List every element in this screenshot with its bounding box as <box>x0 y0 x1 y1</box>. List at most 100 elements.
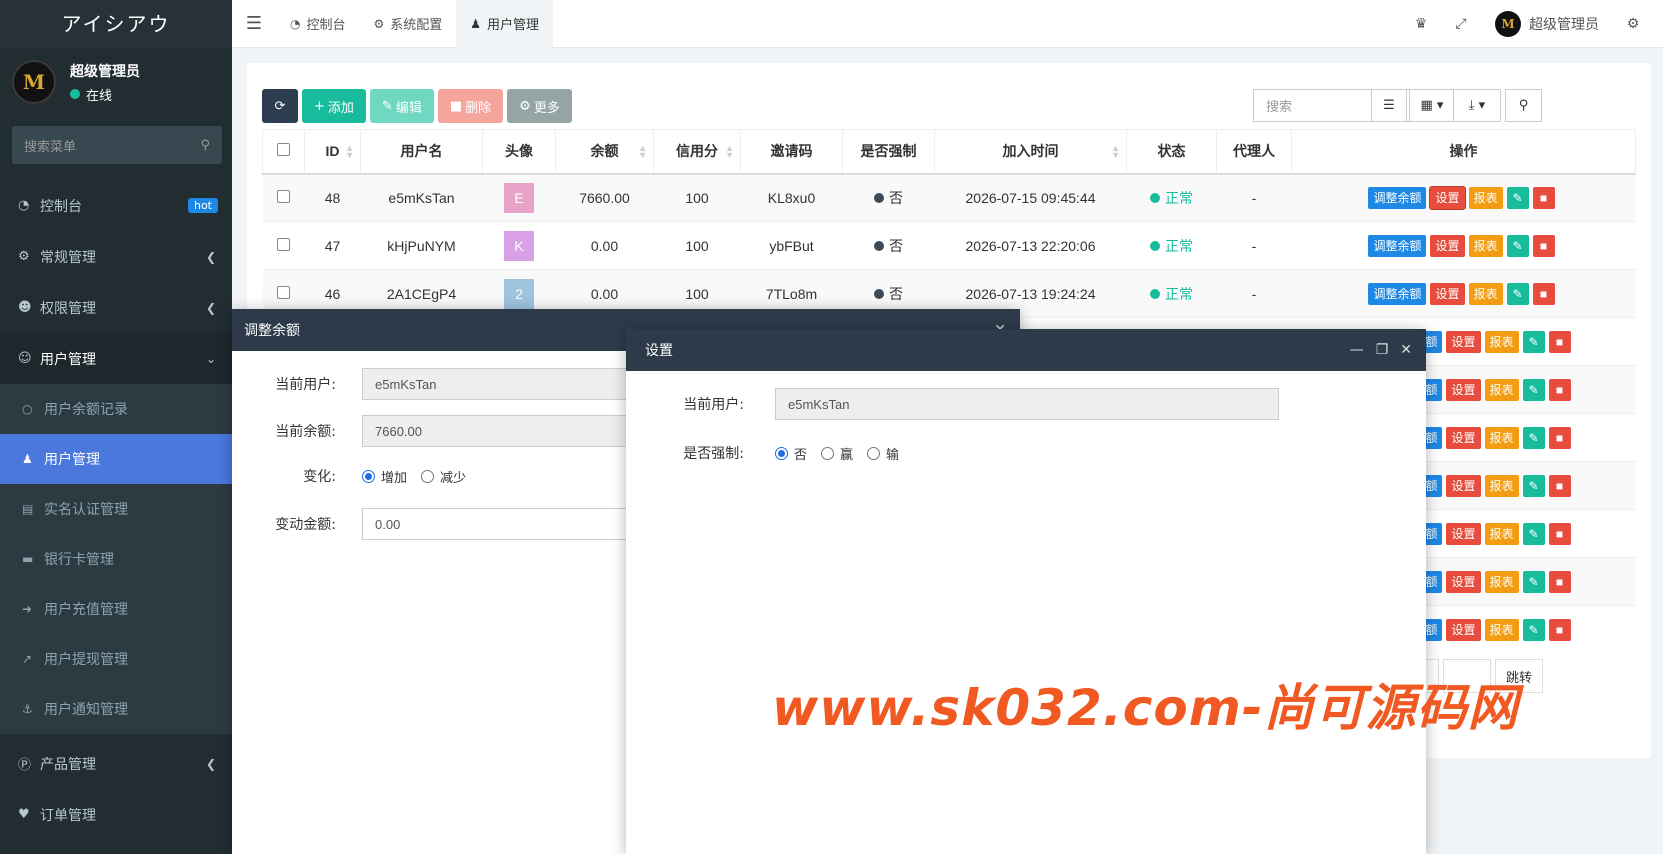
increase-radio[interactable]: 增加 <box>362 467 407 486</box>
delete-row-button[interactable]: ■ <box>1548 426 1571 449</box>
tab-system-config[interactable]: ⚙ 系统配置 <box>360 0 457 48</box>
force-dot-icon <box>874 288 884 299</box>
export-button[interactable]: ⤓ ▾ <box>1453 89 1501 122</box>
delete-row-button[interactable]: ■ <box>1548 570 1571 593</box>
settings-button[interactable]: 设置 <box>1446 426 1481 449</box>
col-credit[interactable]: 信用分 ▲ ▼ <box>653 129 741 175</box>
minimize-icon[interactable]: — <box>1350 342 1364 358</box>
settings-button[interactable]: 设置 <box>1446 570 1481 593</box>
edit-row-button[interactable]: ✎ <box>1522 570 1545 593</box>
sidebar-item-products[interactable]: Ⓟ 产品管理 ❮ <box>0 738 232 789</box>
decrease-radio[interactable]: 减少 <box>421 467 466 486</box>
delete-row-button[interactable]: ■ <box>1532 234 1555 257</box>
sidebar-item-label: 用户提现管理 <box>44 652 128 668</box>
force-no-radio[interactable]: 否 <box>775 444 807 463</box>
settings-button[interactable]: 设置 <box>1430 234 1465 257</box>
edit-row-button[interactable]: ✎ <box>1506 186 1529 209</box>
settings-button[interactable]: 设置 <box>1430 282 1465 305</box>
delete-row-button[interactable]: ■ <box>1548 522 1571 545</box>
edit-row-button[interactable]: ✎ <box>1522 378 1545 401</box>
report-button[interactable]: 报表 <box>1484 522 1519 545</box>
delete-row-button[interactable]: ■ <box>1548 378 1571 401</box>
cogs-icon[interactable]: ⚙ <box>1613 16 1653 32</box>
settings-button[interactable]: 设置 <box>1446 618 1481 641</box>
edit-row-button[interactable]: ✎ <box>1506 234 1529 257</box>
sidebar-item-balance-log[interactable]: ○ 用户余额记录 <box>0 384 232 434</box>
adjust-balance-button[interactable]: 调整余额 <box>1368 282 1427 305</box>
delete-row-button[interactable]: ■ <box>1548 474 1571 497</box>
delete-row-button[interactable]: ■ <box>1532 186 1555 209</box>
adjust-balance-button[interactable]: 调整余额 <box>1368 234 1427 257</box>
edit-row-button[interactable]: ✎ <box>1522 618 1545 641</box>
select-all-checkbox[interactable] <box>262 129 305 175</box>
report-button[interactable]: 报表 <box>1484 426 1519 449</box>
edit-row-button[interactable]: ✎ <box>1522 474 1545 497</box>
brand-logo[interactable]: アイシアウ <box>0 0 232 48</box>
translate-icon[interactable]: ♛ <box>1401 16 1441 32</box>
report-button[interactable]: 报表 <box>1484 378 1519 401</box>
edit-row-button[interactable]: ✎ <box>1522 330 1545 353</box>
sidebar-item-bankcard[interactable]: ▬ 银行卡管理 <box>0 534 232 584</box>
fullscreen-icon[interactable]: ⤢ <box>1441 16 1481 32</box>
sidebar-item-notify[interactable]: ⚓ 用户通知管理 <box>0 684 232 734</box>
sidebar-item-realname[interactable]: ▤ 实名认证管理 <box>0 484 232 534</box>
col-joined[interactable]: 加入时间 ▲ ▼ <box>934 129 1127 175</box>
adjust-balance-button[interactable]: 调整余额 <box>1368 186 1427 209</box>
tab-dashboard[interactable]: ◔ 控制台 <box>276 0 360 48</box>
avatar: M <box>12 60 56 104</box>
admin-user-menu[interactable]: M 超级管理员 <box>1481 11 1613 37</box>
delete-row-button[interactable]: ■ <box>1532 282 1555 305</box>
sidebar-item-recharge[interactable]: ➜ 用户充值管理 <box>0 584 232 634</box>
report-button[interactable]: 报表 <box>1484 570 1519 593</box>
sidebar-search-input[interactable]: 搜索菜单 ⚲ <box>12 126 222 164</box>
search-button[interactable]: ⚲ <box>1505 89 1542 122</box>
delete-row-button[interactable]: ■ <box>1548 330 1571 353</box>
col-id[interactable]: ID ▲ ▼ <box>304 129 361 175</box>
row-checkbox[interactable] <box>277 189 290 203</box>
report-button[interactable]: 报表 <box>1468 186 1503 209</box>
row-checkbox[interactable] <box>277 237 290 251</box>
settings-button[interactable]: 设置 <box>1446 378 1481 401</box>
report-button[interactable]: 报表 <box>1468 234 1503 257</box>
sidebar-item-permission[interactable]: ☻ 权限管理 ❮ <box>0 282 232 333</box>
delete-row-button[interactable]: ■ <box>1548 618 1571 641</box>
report-button[interactable]: 报表 <box>1484 330 1519 353</box>
tab-user-manage[interactable]: ♟ 用户管理 <box>456 0 554 48</box>
search-icon[interactable]: ⚲ <box>200 138 210 153</box>
settings-button[interactable]: 设置 <box>1429 185 1466 210</box>
add-button[interactable]: + 添加 <box>302 89 366 123</box>
current-balance-label: 当前余额: <box>275 424 336 440</box>
dialog-title: 设置 <box>645 343 673 359</box>
settings-button[interactable]: 设置 <box>1446 330 1481 353</box>
edit-row-button[interactable]: ✎ <box>1522 522 1545 545</box>
columns-button[interactable]: ▦ ▾ <box>1409 89 1455 122</box>
delete-button[interactable]: ■ 删除 <box>437 89 504 123</box>
refresh-button[interactable]: ⟳ <box>262 89 298 123</box>
sidebar-item-withdraw[interactable]: ↗ 用户提现管理 <box>0 634 232 684</box>
col-balance[interactable]: 余额 ▲ ▼ <box>555 129 654 175</box>
sidebar-item-general[interactable]: ⚙ 常规管理 ❮ <box>0 231 232 282</box>
edit-button[interactable]: ✎ 编辑 <box>369 89 434 123</box>
edit-row-button[interactable]: ✎ <box>1522 426 1545 449</box>
toggle-view-button[interactable]: ☰ <box>1371 89 1407 122</box>
force-lose-radio[interactable]: 输 <box>867 444 899 463</box>
row-checkbox[interactable] <box>277 285 290 299</box>
sidebar-item-orders[interactable]: ♥ 订单管理 <box>0 789 232 840</box>
sidebar-item-users[interactable]: ☺ 用户管理 ⌄ <box>0 333 232 384</box>
more-button[interactable]: ⚙ 更多 <box>507 89 572 123</box>
report-button[interactable]: 报表 <box>1484 474 1519 497</box>
report-button[interactable]: 报表 <box>1484 618 1519 641</box>
report-button[interactable]: 报表 <box>1468 282 1503 305</box>
menu-toggle-icon[interactable]: ☰ <box>232 13 276 34</box>
col-invite: 邀请码 <box>740 129 843 175</box>
settings-button[interactable]: 设置 <box>1446 522 1481 545</box>
close-icon[interactable]: ✕ <box>1400 342 1412 358</box>
sidebar-item-user-manage[interactable]: ♟ 用户管理 <box>0 434 232 484</box>
maximize-icon[interactable]: ❐ <box>1376 342 1389 358</box>
amount-input[interactable]: 0.00 <box>362 508 662 540</box>
force-win-radio[interactable]: 赢 <box>821 444 853 463</box>
edit-row-button[interactable]: ✎ <box>1506 282 1529 305</box>
sidebar-item-dashboard[interactable]: ◔ 控制台 hot <box>0 180 232 231</box>
settings-button[interactable]: 设置 <box>1446 474 1481 497</box>
user-icon: ♟ <box>470 16 482 31</box>
